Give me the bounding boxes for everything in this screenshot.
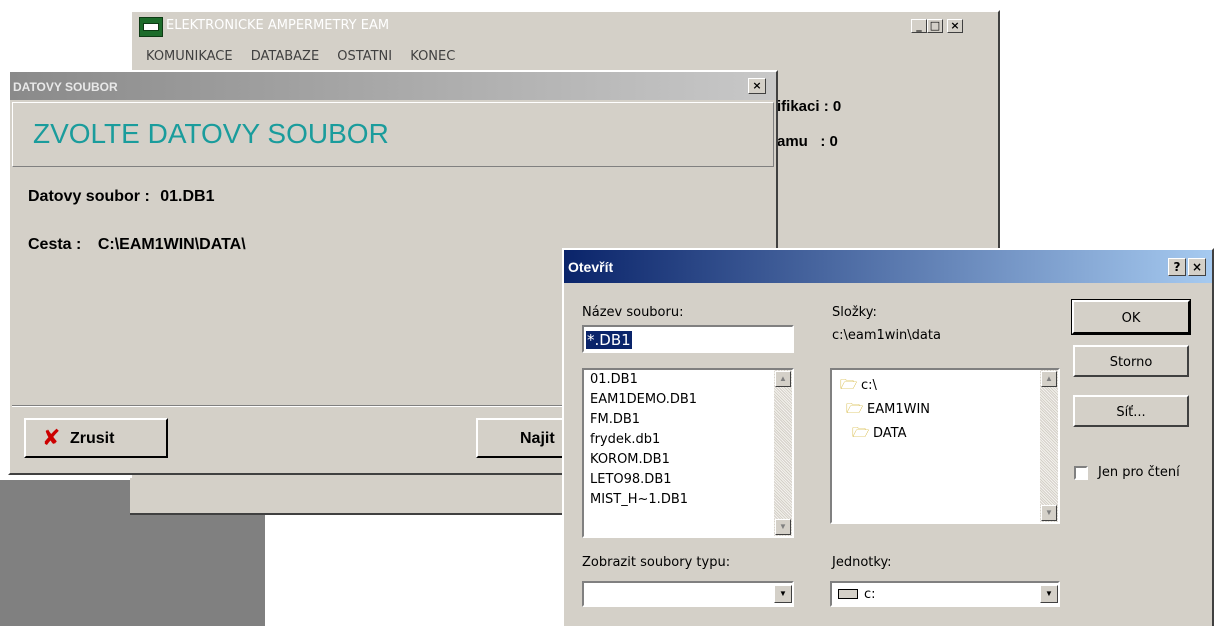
file-item[interactable]: EAM1DEMO.DB1	[590, 392, 697, 407]
datafile-file-label: Datovy soubor :	[28, 188, 150, 205]
filetype-select[interactable]: ▼	[582, 581, 794, 607]
filename-input-value: *.DB1	[586, 331, 632, 349]
drive-icon	[838, 589, 858, 599]
menu-ostatni[interactable]: OSTATNI	[337, 49, 392, 64]
chevron-down-icon[interactable]: ▼	[1040, 585, 1058, 603]
datafile-heading: ZVOLTE DATOVY SOUBOR	[33, 118, 389, 149]
menu-databaze[interactable]: DATABAZE	[251, 49, 319, 64]
open-titlebar: Otevřít ? ×	[564, 250, 1212, 283]
scroll-down-icon[interactable]: ▼	[1041, 505, 1057, 521]
ok-label: OK	[1121, 311, 1141, 326]
folder-eam1win[interactable]: 🗁 EAM1WIN	[846, 398, 930, 422]
info-line-1: ifikaci : 0	[777, 98, 842, 115]
datafile-path-label: Cesta :	[28, 236, 82, 253]
datafile-heading-panel: ZVOLTE DATOVY SOUBOR	[12, 102, 774, 167]
main-menubar: KOMUNIKACE DATABAZE OSTATNI KONEC	[146, 49, 455, 64]
file-item[interactable]: KOROM.DB1	[590, 452, 670, 467]
file-list[interactable]: 01.DB1 EAM1DEMO.DB1 FM.DB1 frydek.db1 KO…	[582, 368, 794, 538]
datafile-file-value: 01.DB1	[160, 188, 215, 205]
filename-label: Název souboru:	[582, 305, 684, 320]
filename-input[interactable]: *.DB1	[582, 325, 794, 353]
current-path: c:\eam1win\data	[832, 328, 941, 343]
network-label: Síť...	[1116, 405, 1146, 420]
minimize-button[interactable]: _	[911, 19, 927, 33]
folders-label: Složky:	[832, 305, 877, 320]
storno-label: Storno	[1109, 355, 1153, 370]
app-icon	[139, 17, 163, 37]
scroll-down-icon[interactable]: ▼	[775, 519, 791, 535]
network-button[interactable]: Síť...	[1073, 395, 1189, 427]
open-folder-icon: 🗁	[846, 400, 864, 416]
file-item[interactable]: LETO98.DB1	[590, 472, 672, 487]
scroll-up-icon[interactable]: ▲	[1041, 371, 1057, 387]
file-item[interactable]: MIST_H~1.DB1	[590, 492, 688, 507]
readonly-checkbox[interactable]	[1074, 466, 1088, 480]
close-button[interactable]: ×	[947, 19, 963, 33]
open-folder-icon: 🗁	[852, 424, 870, 440]
menu-komunikace[interactable]: KOMUNIKACE	[146, 49, 233, 64]
info-line-2: amu : 0	[777, 133, 838, 150]
main-window-bottom-strip	[130, 478, 265, 515]
datafile-titlebar: DATOVY SOUBOR ×	[10, 72, 776, 100]
storno-button[interactable]: Storno	[1073, 345, 1189, 377]
folder-root[interactable]: 🗁 c:\	[840, 374, 877, 398]
folder-eam1win-label: EAM1WIN	[867, 402, 931, 417]
datafile-file-row: Datovy soubor : 01.DB1	[28, 188, 215, 206]
cancel-datafile-button[interactable]: ✘ Zrusit	[24, 418, 168, 458]
find-datafile-label: Najit	[520, 430, 555, 447]
folder-tree-scrollbar[interactable]: ▲ ▼	[1040, 370, 1058, 522]
datafile-dialog-title: DATOVY SOUBOR	[13, 80, 118, 94]
help-button[interactable]: ?	[1168, 258, 1186, 276]
scroll-up-icon[interactable]: ▲	[775, 371, 791, 387]
main-titlebar: ELEKTRONICKE AMPERMETRY EAM _ □ ×	[136, 14, 994, 38]
folder-data-label: DATA	[873, 426, 907, 441]
datafile-close-button[interactable]: ×	[748, 78, 766, 94]
menu-konec[interactable]: KONEC	[410, 49, 455, 64]
drives-label: Jednotky:	[832, 555, 892, 570]
filetype-label: Zobrazit soubory typu:	[582, 555, 731, 570]
readonly-label: Jen pro čtení	[1098, 465, 1180, 480]
cancel-x-icon: ✘	[42, 426, 61, 451]
file-item[interactable]: frydek.db1	[590, 432, 660, 447]
open-folder-icon: 🗁	[840, 376, 858, 392]
folder-data[interactable]: 🗁 DATA	[852, 422, 907, 446]
datafile-path-value: C:\EAM1WIN\DATA\	[97, 236, 246, 253]
file-item[interactable]: FM.DB1	[590, 412, 640, 427]
file-list-scrollbar[interactable]: ▲ ▼	[774, 370, 792, 536]
chevron-down-icon[interactable]: ▼	[774, 585, 792, 603]
open-dialog: Otevřít ? × Název souboru: *.DB1 01.DB1 …	[562, 248, 1214, 626]
folder-tree[interactable]: 🗁 c:\ 🗁 EAM1WIN 🗁 DATA ▲ ▼	[830, 368, 1060, 524]
open-close-button[interactable]: ×	[1188, 258, 1206, 276]
ok-button[interactable]: OK	[1071, 299, 1191, 335]
drive-select[interactable]: c: ▼	[830, 581, 1060, 607]
drive-value: c:	[864, 587, 876, 602]
datafile-path-row: Cesta : C:\EAM1WIN\DATA\	[28, 236, 246, 254]
folder-root-label: c:\	[861, 378, 877, 393]
cancel-datafile-label: Zrusit	[70, 430, 115, 447]
file-item[interactable]: 01.DB1	[590, 372, 638, 387]
maximize-button[interactable]: □	[927, 19, 943, 33]
main-window-title: ELEKTRONICKE AMPERMETRY EAM	[166, 18, 390, 33]
open-dialog-title: Otevřít	[568, 259, 614, 275]
